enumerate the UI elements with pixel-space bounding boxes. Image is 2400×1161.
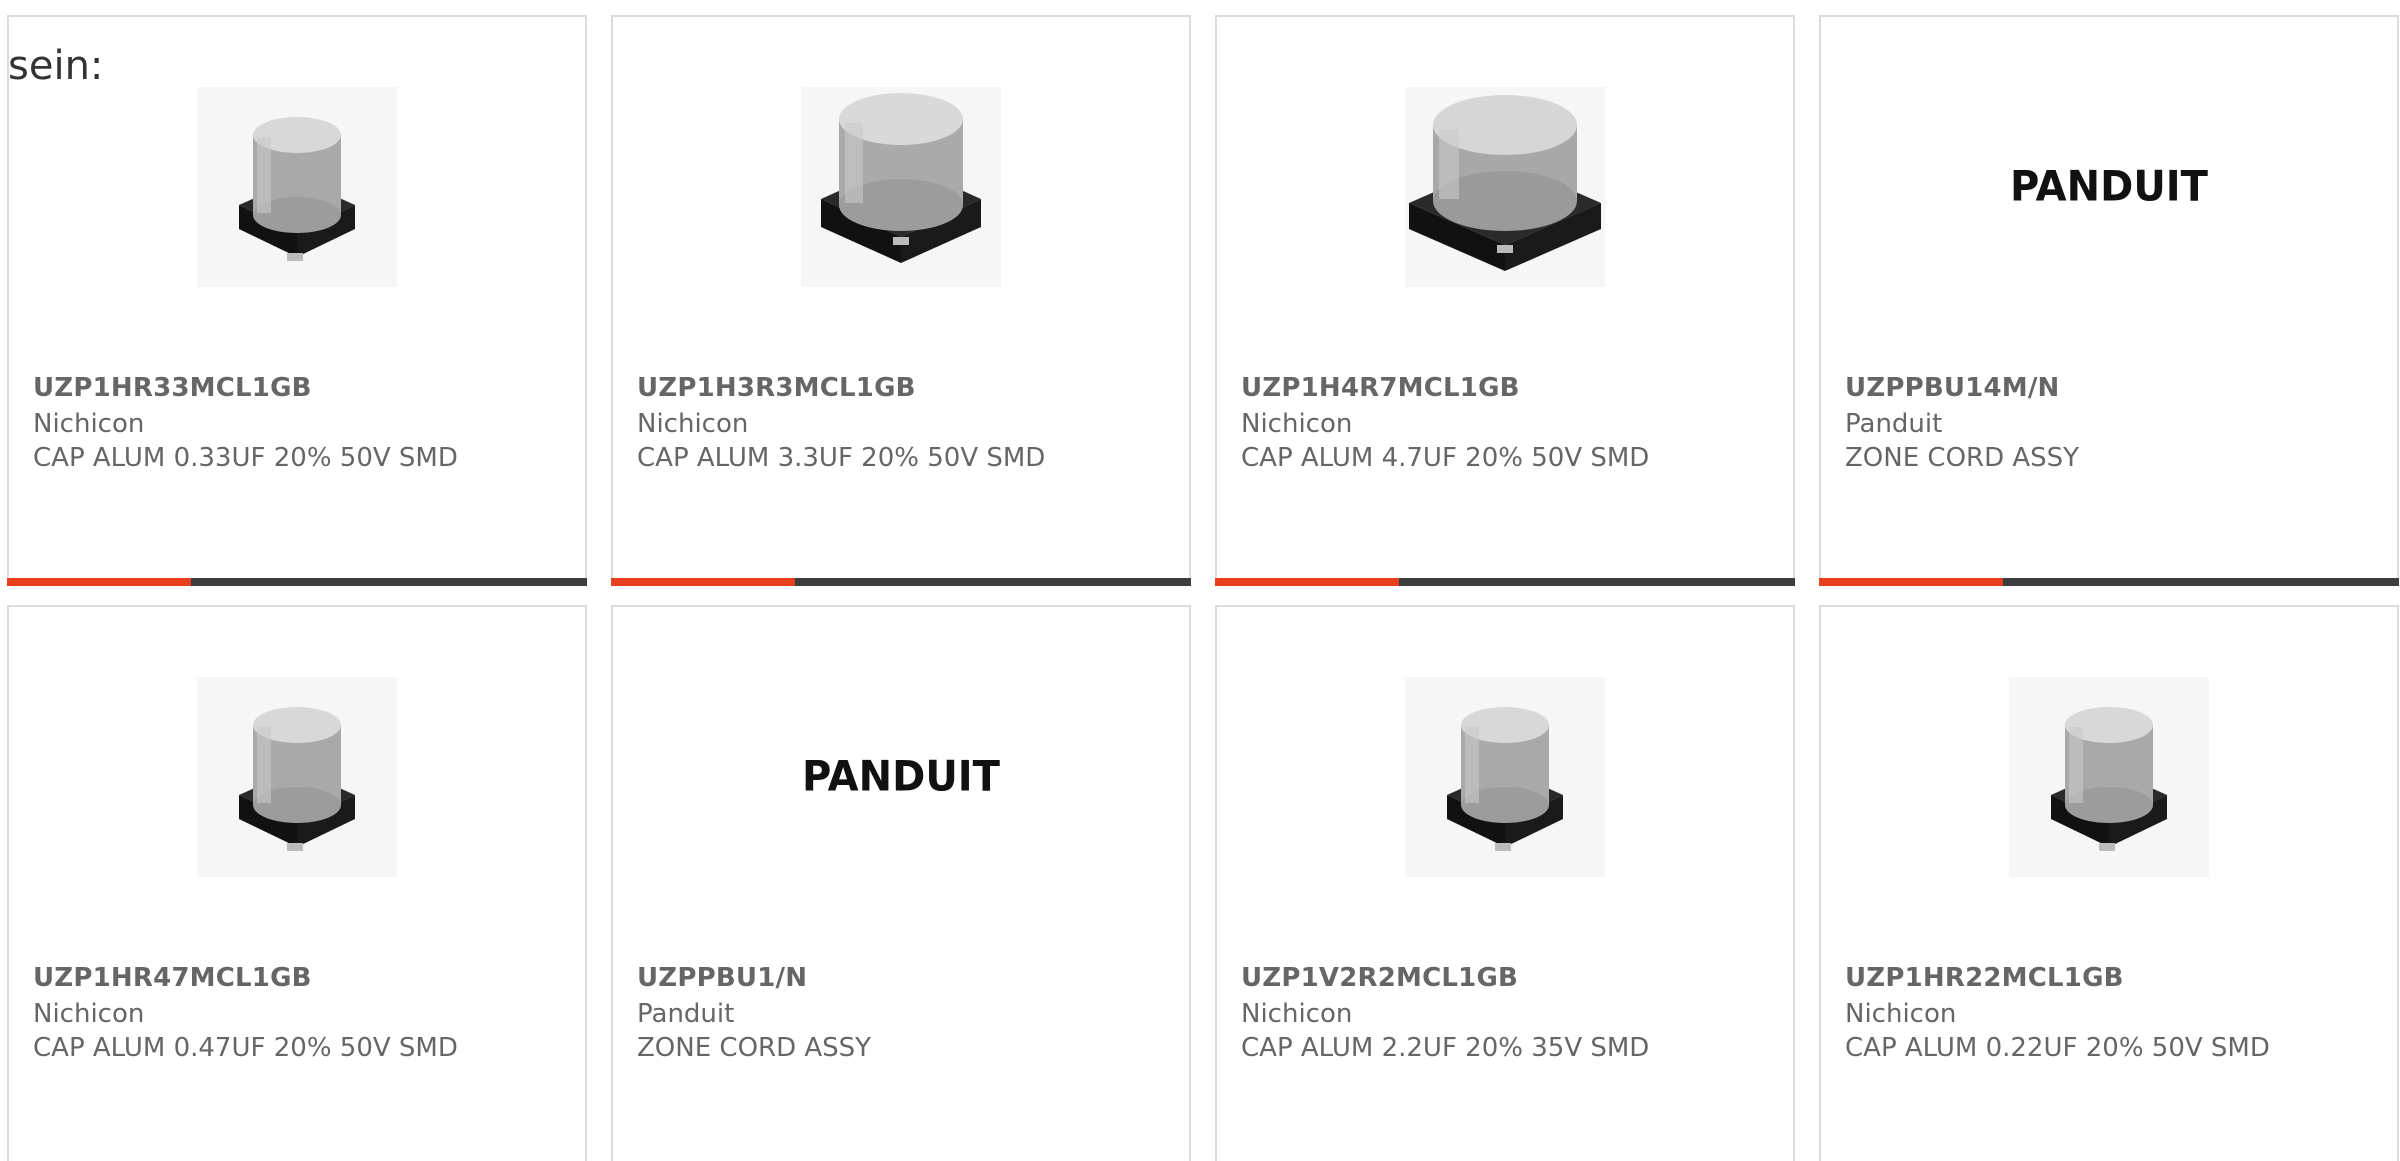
manufacturer-label: Nichicon xyxy=(33,409,145,439)
product-grid-page: sein: UZP1HR33MCL1GB Nichicon CAP ALUM 0… xyxy=(0,0,2400,1161)
capacitor-small-icon xyxy=(197,677,397,877)
description-label: CAP ALUM 0.22UF 20% 50V SMD xyxy=(1845,1033,2270,1063)
part-number-link[interactable]: UZP1HR22MCL1GB xyxy=(1845,963,2124,993)
product-card[interactable]: UZP1H4R7MCL1GB Nichicon CAP ALUM 4.7UF 2… xyxy=(1215,15,1795,586)
product-card[interactable]: UZP1HR33MCL1GB Nichicon CAP ALUM 0.33UF … xyxy=(7,15,587,586)
card-accent-bar xyxy=(1819,578,2003,586)
capacitor-medium-icon xyxy=(801,87,1001,287)
panduit-logo-text: PANDUIT xyxy=(802,752,1000,802)
manufacturer-label: Nichicon xyxy=(1241,409,1353,439)
product-card[interactable]: UZP1HR47MCL1GB Nichicon CAP ALUM 0.47UF … xyxy=(7,605,587,1161)
description-label: CAP ALUM 0.47UF 20% 50V SMD xyxy=(33,1033,458,1063)
card-accent-bar xyxy=(611,578,795,586)
panduit-logo: PANDUIT xyxy=(801,677,1001,877)
product-card[interactable]: UZP1H3R3MCL1GB Nichicon CAP ALUM 3.3UF 2… xyxy=(611,15,1191,586)
capacitor-large-icon xyxy=(1405,87,1605,287)
description-label: CAP ALUM 2.2UF 20% 35V SMD xyxy=(1241,1033,1650,1063)
card-bottom-bar xyxy=(1819,578,2399,586)
panduit-logo-text: PANDUIT xyxy=(2010,162,2208,212)
part-number-link[interactable]: UZP1HR33MCL1GB xyxy=(33,373,312,403)
description-label: CAP ALUM 3.3UF 20% 50V SMD xyxy=(637,443,1046,473)
product-card[interactable]: PANDUIT UZPPBU1/N Panduit ZONE CORD ASSY xyxy=(611,605,1191,1161)
capacitor-small-icon xyxy=(2009,677,2209,877)
manufacturer-label: Nichicon xyxy=(637,409,749,439)
part-number-link[interactable]: UZPPBU14M/N xyxy=(1845,373,2060,403)
manufacturer-label: Panduit xyxy=(1845,409,1943,439)
lead-text: sein: xyxy=(8,43,104,89)
manufacturer-label: Nichicon xyxy=(1241,999,1353,1029)
part-number-link[interactable]: UZP1HR47MCL1GB xyxy=(33,963,312,993)
part-number-link[interactable]: UZP1H3R3MCL1GB xyxy=(637,373,916,403)
description-label: ZONE CORD ASSY xyxy=(1845,443,2080,473)
card-accent-bar xyxy=(7,578,191,586)
card-accent-bar xyxy=(1215,578,1399,586)
part-number-link[interactable]: UZPPBU1/N xyxy=(637,963,807,993)
product-card[interactable]: PANDUIT UZPPBU14M/N Panduit ZONE CORD AS… xyxy=(1819,15,2399,586)
product-card[interactable]: UZP1V2R2MCL1GB Nichicon CAP ALUM 2.2UF 2… xyxy=(1215,605,1795,1161)
card-bottom-bar xyxy=(1215,578,1795,586)
description-label: CAP ALUM 4.7UF 20% 50V SMD xyxy=(1241,443,1650,473)
capacitor-small-icon xyxy=(1405,677,1605,877)
manufacturer-label: Nichicon xyxy=(1845,999,1957,1029)
description-label: ZONE CORD ASSY xyxy=(637,1033,872,1063)
part-number-link[interactable]: UZP1H4R7MCL1GB xyxy=(1241,373,1520,403)
panduit-logo: PANDUIT xyxy=(2009,87,2209,287)
product-card[interactable]: UZP1HR22MCL1GB Nichicon CAP ALUM 0.22UF … xyxy=(1819,605,2399,1161)
card-bottom-bar xyxy=(611,578,1191,586)
part-number-link[interactable]: UZP1V2R2MCL1GB xyxy=(1241,963,1518,993)
description-label: CAP ALUM 0.33UF 20% 50V SMD xyxy=(33,443,458,473)
capacitor-small-icon xyxy=(197,87,397,287)
manufacturer-label: Panduit xyxy=(637,999,735,1029)
card-bottom-bar xyxy=(7,578,587,586)
manufacturer-label: Nichicon xyxy=(33,999,145,1029)
